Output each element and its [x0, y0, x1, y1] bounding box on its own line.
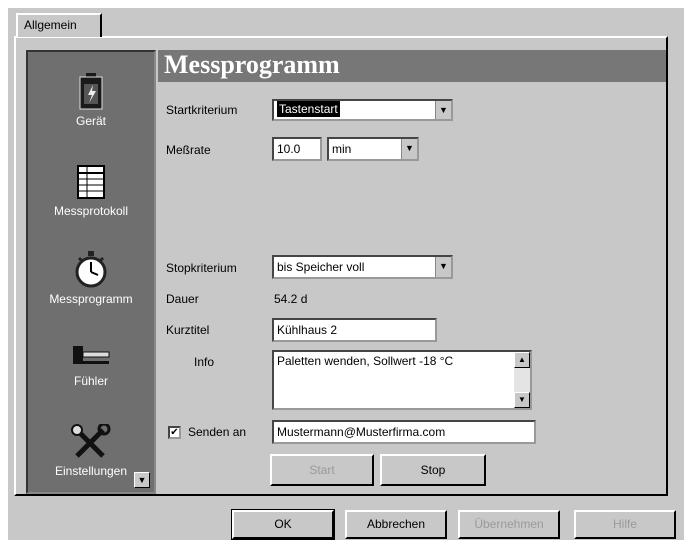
- sidebar-item-label: Einstellungen: [54, 464, 128, 478]
- messrate-label: Meßrate: [166, 143, 211, 157]
- tab-allgemein[interactable]: Allgemein: [16, 13, 102, 37]
- chevron-down-icon: ▼: [137, 475, 147, 485]
- senden-email-input[interactable]: Mustermann@Musterfirma.com: [272, 420, 536, 444]
- info-label: Info: [194, 355, 215, 369]
- senden-label: Senden an: [188, 425, 247, 439]
- messrate-input[interactable]: 10.0: [272, 137, 322, 161]
- chevron-down-icon: ▼: [518, 395, 526, 404]
- ok-button[interactable]: OK: [231, 509, 335, 540]
- stopkriterium-label: Stopkriterium: [166, 261, 237, 275]
- startkriterium-select[interactable]: Tastenstart ▼: [272, 99, 453, 121]
- chevron-down-icon: ▼: [401, 139, 417, 159]
- sidebar-item-label: Gerät: [75, 114, 106, 128]
- startkriterium-value: Tastenstart: [277, 101, 340, 117]
- sidebar-nav: Gerät Messprotokoll Messprogramm Fühler …: [26, 50, 156, 494]
- check-icon: ✔: [170, 427, 179, 438]
- info-scrollbar[interactable]: ▲ ▼: [514, 352, 530, 408]
- stopkriterium-value: bis Speicher voll: [277, 260, 365, 274]
- info-textarea[interactable]: Paletten wenden, Sollwert -18 °C ▲ ▼: [272, 350, 532, 410]
- tab-label: Allgemein: [24, 18, 77, 32]
- scroll-down-button[interactable]: ▼: [514, 392, 530, 408]
- dauer-value: 54.2 d: [274, 292, 308, 306]
- senden-checkbox[interactable]: ✔: [168, 426, 181, 439]
- chevron-down-icon: ▼: [435, 101, 451, 119]
- page-title: Messprogramm: [158, 50, 666, 82]
- messrate-unit-select[interactable]: min ▼: [327, 137, 419, 161]
- sidebar-item-fuehler[interactable]: Fühler: [28, 342, 154, 388]
- dauer-label: Dauer: [166, 292, 199, 306]
- sidebar-item-label: Fühler: [73, 374, 108, 388]
- probe-icon: [73, 346, 110, 364]
- kurztitel-label: Kurztitel: [166, 323, 210, 337]
- sidebar-item-einstellungen[interactable]: Einstellungen: [28, 424, 154, 478]
- tools-icon: [71, 424, 111, 458]
- table-icon: [77, 165, 105, 199]
- kurztitel-input[interactable]: Kühlhaus 2: [272, 318, 437, 342]
- sidebar-item-messprotokoll[interactable]: Messprotokoll: [28, 164, 154, 218]
- sidebar-item-messprogramm[interactable]: Messprogramm: [28, 250, 154, 306]
- apply-button[interactable]: Übernehmen: [458, 510, 560, 539]
- sidebar-item-geraet[interactable]: Gerät: [28, 72, 154, 128]
- battery-icon: [79, 73, 103, 110]
- messrate-unit-value: min: [332, 142, 352, 156]
- stopwatch-icon: [75, 251, 107, 288]
- sidebar-item-label: Messprogramm: [49, 292, 133, 306]
- sidebar-item-label: Messprotokoll: [53, 204, 129, 218]
- info-text: Paletten wenden, Sollwert -18 °C: [277, 354, 454, 368]
- stopkriterium-select[interactable]: bis Speicher voll ▼: [272, 255, 453, 279]
- chevron-down-icon: ▼: [435, 257, 451, 277]
- sidebar-scroll-down-button[interactable]: ▼: [134, 472, 150, 488]
- chevron-up-icon: ▲: [518, 355, 526, 364]
- stop-button[interactable]: Stop: [380, 454, 486, 486]
- cancel-button[interactable]: Abbrechen: [345, 510, 447, 539]
- help-button[interactable]: Hilfe: [574, 510, 676, 539]
- scroll-up-button[interactable]: ▲: [514, 352, 530, 368]
- startkriterium-label: Startkriterium: [166, 103, 238, 117]
- start-button[interactable]: Start: [270, 454, 374, 486]
